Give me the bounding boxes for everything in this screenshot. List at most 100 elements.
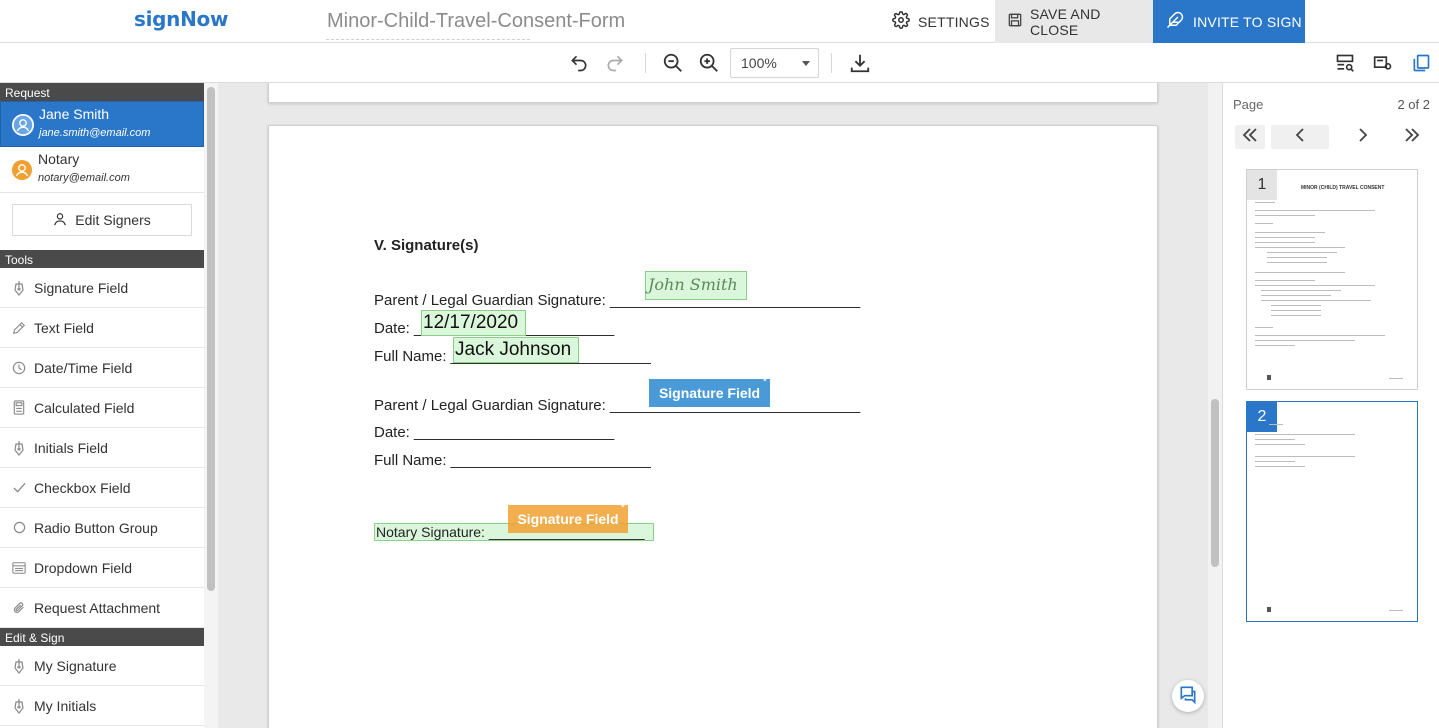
document-scrollbar[interactable]	[1208, 83, 1222, 728]
save-and-close-label: SAVE AND CLOSE	[1030, 5, 1101, 38]
page-count: 2 of 2	[1397, 97, 1430, 112]
name1-field[interactable]: Jack Johnson	[453, 337, 579, 363]
signer-notary[interactable]: Notary notary@email.com	[0, 147, 204, 193]
floppy-disk-icon	[1008, 13, 1022, 30]
thumbnail-line	[1255, 335, 1385, 336]
required-mark: *	[762, 376, 767, 388]
thumbnail-line	[1255, 215, 1315, 216]
tool-my-initials[interactable]: My Initials	[0, 686, 204, 726]
thumbnail-line	[1255, 439, 1295, 440]
download-icon[interactable]	[848, 51, 872, 75]
document-toolbar: 100%	[0, 43, 1439, 83]
thumbnail-line	[1261, 295, 1331, 296]
clock-icon	[12, 360, 26, 376]
undo-icon[interactable]	[567, 51, 591, 75]
thumbnail-line	[1255, 340, 1355, 341]
edit-signers-button[interactable]: Edit Signers	[12, 204, 192, 236]
settings-button[interactable]: SETTINGS	[882, 0, 995, 43]
next-page-button[interactable]	[1348, 125, 1378, 149]
signer-jane-smith[interactable]: Jane Smith jane.smith@email.com	[0, 101, 204, 147]
thumbnail-line	[1255, 345, 1295, 346]
tool-dropdown-field[interactable]: Dropdown Field	[0, 548, 204, 588]
tool-date-time-field[interactable]: Date/Time Field	[0, 348, 204, 388]
tool-label: Signature Field	[34, 279, 129, 296]
thumbnail-line	[1255, 210, 1375, 211]
signnow-logo[interactable]: signNow	[134, 7, 228, 31]
thumbnail-line	[1255, 466, 1305, 467]
scrollbar-thumb[interactable]	[1211, 399, 1219, 567]
signature-image-text: John Smith	[648, 275, 738, 294]
document-inspector-icon[interactable]	[1333, 51, 1357, 75]
notary-signature-field[interactable]: Signature Field *	[508, 502, 628, 533]
thumbnail-number: 1	[1247, 170, 1277, 200]
signer-email: jane.smith@email.com	[39, 127, 151, 139]
paperclip-icon	[12, 600, 26, 616]
signer-name: Notary	[38, 151, 80, 167]
previous-page-button[interactable]	[1271, 125, 1329, 149]
tool-label: Initials Field	[34, 439, 108, 456]
pen-nib-icon	[12, 658, 26, 674]
thumbnail-title: MINOR (CHILD) TRAVEL CONSENT	[1301, 185, 1385, 191]
date1-field[interactable]: 12/17/2020	[421, 310, 526, 336]
tool-radio-button-group[interactable]: Radio Button Group	[0, 508, 204, 548]
section-heading: V. Signature(s)	[374, 237, 479, 254]
guardian1-signature-label: Parent / Legal Guardian Signature: _____…	[374, 292, 861, 309]
tool-calculated-field[interactable]: Calculated Field	[0, 388, 204, 428]
thumbnail-line	[1255, 232, 1325, 233]
pencil-icon	[12, 320, 26, 336]
page-thumbnail-1[interactable]: 1 MINOR (CHILD) TRAVEL CONSENT	[1246, 169, 1418, 390]
first-page-button[interactable]	[1235, 125, 1265, 149]
zoom-out-icon[interactable]	[661, 51, 685, 75]
tool-label: Radio Button Group	[34, 519, 158, 536]
save-and-close-button[interactable]: SAVE AND CLOSE	[995, 0, 1153, 43]
chat-button[interactable]	[1172, 680, 1204, 712]
guardian2-signature-field[interactable]: Signature Field *	[649, 376, 770, 407]
name1-value: Jack Johnson	[455, 339, 572, 360]
thumbnail-number: 2	[1247, 402, 1277, 432]
thumbnail-line	[1255, 242, 1315, 243]
top-bar: signNow Minor-Child-Travel-Consent-Form …	[0, 0, 1439, 43]
last-page-button[interactable]	[1397, 125, 1427, 149]
sidebar-scrollbar[interactable]	[204, 83, 218, 728]
invite-to-sign-button[interactable]: INVITE TO SIGN	[1153, 0, 1305, 43]
chevron-left-icon	[1295, 127, 1305, 147]
tool-initials-field[interactable]: Initials Field	[0, 428, 204, 468]
thumbnail-line	[1255, 327, 1273, 328]
radio-circle-icon	[12, 520, 26, 536]
signature-field-label: Signature Field	[517, 511, 619, 527]
redo-icon[interactable]	[603, 51, 627, 75]
field-settings-icon[interactable]	[1371, 51, 1395, 75]
guardian1-signature-field[interactable]: John Smith	[645, 271, 747, 300]
tool-signature-field[interactable]: Signature Field	[0, 268, 204, 308]
tool-text-field[interactable]: Text Field	[0, 308, 204, 348]
document-canvas: V. Signature(s) Parent / Legal Guardian …	[218, 83, 1208, 728]
zoom-in-icon[interactable]	[697, 51, 721, 75]
tool-request-attachment[interactable]: Request Attachment	[0, 588, 204, 628]
document-page-2: V. Signature(s) Parent / Legal Guardian …	[268, 125, 1158, 728]
chat-bubble-icon	[1178, 684, 1198, 709]
page-thumbnail-2[interactable]: 2	[1246, 401, 1418, 622]
toolbar-divider	[645, 53, 646, 73]
name2-label: Full Name: ________________________	[374, 452, 651, 469]
thumbnail-line	[1255, 202, 1275, 203]
document-title-input[interactable]: Minor-Child-Travel-Consent-Form	[326, 7, 625, 40]
thumbnail-line	[1267, 262, 1327, 263]
gear-icon	[892, 11, 910, 32]
tool-checkbox-field[interactable]: Checkbox Field	[0, 468, 204, 508]
zoom-level-select[interactable]: 100%	[730, 48, 819, 78]
thumbnail-line	[1255, 223, 1273, 224]
tool-my-signature[interactable]: My Signature	[0, 646, 204, 686]
pen-nib-icon	[12, 698, 26, 714]
chevron-down-icon	[802, 61, 810, 66]
page-label: Page	[1233, 97, 1264, 112]
thumbnail-line	[1255, 456, 1355, 457]
thumbnail-line	[1255, 285, 1375, 286]
double-chevron-right-icon	[1404, 127, 1420, 147]
thumbnail-line	[1255, 434, 1355, 435]
pages-panel-icon[interactable]	[1409, 51, 1433, 75]
left-sidebar: Request Jane Smith jane.smith@email.com …	[0, 83, 204, 728]
tools-section-header: Tools	[0, 250, 204, 268]
thumbnail-line	[1255, 272, 1345, 273]
scrollbar-thumb[interactable]	[207, 87, 215, 591]
pages-panel: Page 2 of 2 1 MINOR (CHILD) TRAVEL CONSE…	[1222, 83, 1439, 728]
